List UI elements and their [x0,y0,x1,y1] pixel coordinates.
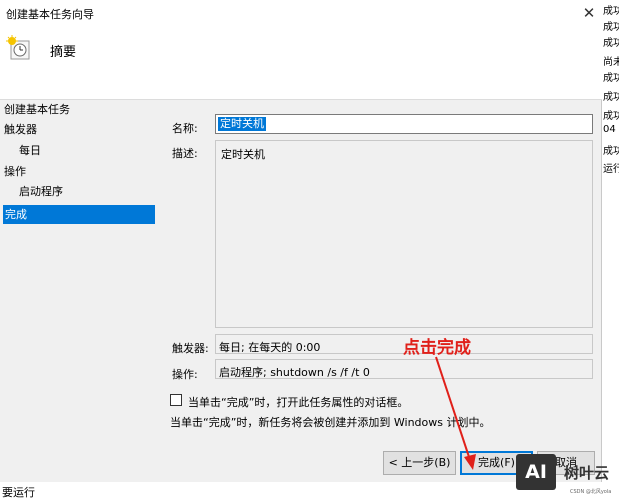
name-input[interactable]: 定时关机 [215,114,593,134]
nav-item-action: 操作 [4,165,26,178]
description-value: 定时关机 [221,148,265,161]
wizard-header: 摘要 [0,27,602,100]
watermark: AI 树叶云 CSDN @北风yola [516,452,619,498]
action-label: 操作: [172,368,198,381]
watermark-caption: CSDN @北风yola [570,489,612,495]
trigger-label: 触发器: [172,342,209,355]
name-label: 名称: [172,122,198,135]
background-row: 成功 [603,22,619,33]
background-row: 成功 [603,92,619,103]
background-row: 04 [603,124,616,135]
description-field[interactable]: 定时关机 [215,140,593,328]
action-summary-value: 启动程序; shutdown /s /f /t 0 [219,366,370,379]
title-bar[interactable]: 创建基本任务向导 ✕ [0,0,602,27]
close-icon[interactable]: ✕ [578,2,600,24]
watermark-brand: 树叶云 [564,464,610,482]
nav-item-finish: 完成 [3,205,155,224]
window-title: 创建基本任务向导 [6,8,94,21]
page-title: 摘要 [50,45,77,60]
action-summary-field: 启动程序; shutdown /s /f /t 0 [215,359,593,379]
description-label: 描述: [172,147,198,160]
background-row: 成功 [603,73,619,84]
back-button[interactable]: < 上一步(B) [383,451,456,475]
nav-item-trigger: 触发器 [4,123,37,136]
task-clock-icon [6,35,30,60]
open-properties-checkbox-label[interactable]: 当单击“完成”时，打开此任务属性的对话框。 [188,394,408,410]
background-row: 运行 [603,164,619,175]
finish-note: 当单击“完成”时，新任务将会被创建并添加到 Windows 计划中。 [170,416,491,429]
annotation-text: 点击完成 [403,338,471,358]
trigger-summary-value: 每日; 在每天的 0:00 [219,341,321,354]
background-bottom-text: 要运行 [2,486,35,499]
nav-item-create-basic-task: 创建基本任务 [4,103,70,116]
name-value: 定时关机 [218,117,266,131]
background-window-strip: 成功 成功 成功 尚未 成功 成功 成功 04 成功 运行 [600,0,619,500]
nav-item-daily: 每日 [19,144,41,157]
wizard-steps-nav: 创建基本任务 触发器 每日 操作 启动程序 完成 [0,100,158,440]
nav-item-start-program: 启动程序 [19,185,63,198]
background-row: 尚未 [603,57,619,68]
create-basic-task-wizard: 创建基本任务向导 ✕ 摘要 创建基本任务 触发器 每日 操作 启动程序 完成 名… [0,0,602,482]
watermark-logo: AI [516,454,556,490]
open-properties-checkbox[interactable] [170,394,182,406]
background-row: 成功 [603,146,619,157]
background-row: 成功 [603,38,619,49]
background-row: 成功 [603,111,619,122]
background-row: 成功 [603,6,619,17]
